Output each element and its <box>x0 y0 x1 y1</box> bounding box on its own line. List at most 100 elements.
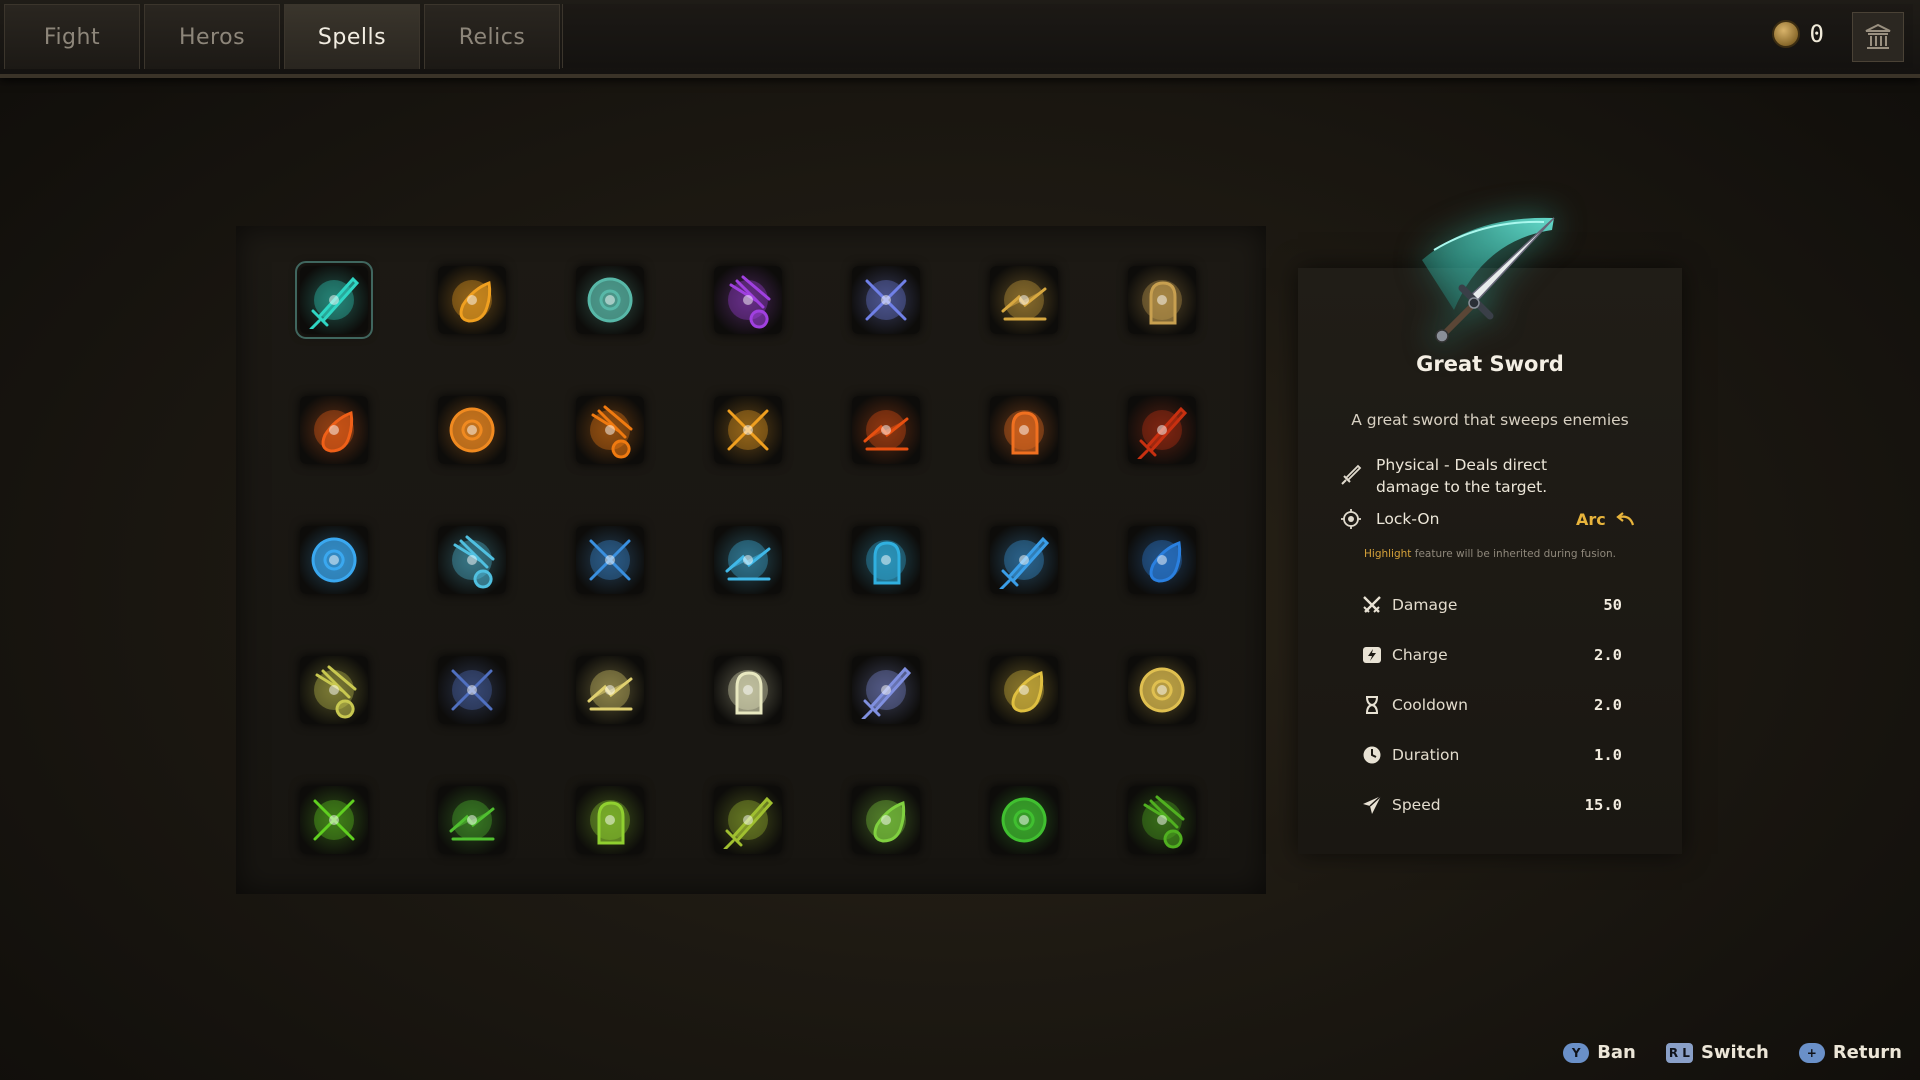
flames-spell-slot[interactable] <box>576 396 644 464</box>
targeting-row: Lock-On <box>1340 508 1439 530</box>
fire-bolt-spell-slot[interactable] <box>300 396 368 464</box>
lightning-field-icon <box>1139 667 1185 713</box>
leaf-blade-spell-slot[interactable] <box>576 786 644 854</box>
fire-wave-spell-slot[interactable] <box>438 396 506 464</box>
ice-comet-icon <box>311 537 357 583</box>
flames-icon <box>590 405 633 459</box>
purple-meteors-icon <box>728 275 771 329</box>
stat-cooldown: Cooldown 2.0 <box>1362 692 1622 718</box>
cobra-icon <box>1001 797 1047 843</box>
lightning-crystal-icon <box>861 666 912 719</box>
collection-button[interactable] <box>1852 12 1904 62</box>
ice-burst-icon <box>999 536 1050 589</box>
tab-fight[interactable]: Fight <box>4 4 140 69</box>
museum-icon <box>1865 23 1891 49</box>
great-sword-large-icon <box>1412 208 1566 352</box>
stat-label: Cooldown <box>1392 696 1468 714</box>
lightning-arc-spell-slot[interactable] <box>576 656 644 724</box>
great-sword-icon <box>309 276 360 329</box>
switch-label: Switch <box>1700 1042 1769 1063</box>
great-sword-spell-slot[interactable] <box>295 261 373 339</box>
lightning-field-spell-slot[interactable] <box>1128 656 1196 724</box>
spell-name: Great Sword <box>1416 352 1564 376</box>
stone-fist-spell-slot[interactable] <box>1128 266 1196 334</box>
ice-comet-spell-slot[interactable] <box>300 526 368 594</box>
forest-spirit-icon <box>1142 795 1185 849</box>
tab-heros[interactable]: Heros <box>144 4 280 69</box>
volcano-spell-slot[interactable] <box>1128 396 1196 464</box>
ice-shards-icon <box>589 539 631 581</box>
hint-highlight: Highlight <box>1364 548 1412 560</box>
fire-slash-spell-slot[interactable] <box>990 396 1058 464</box>
tornado-spell-slot[interactable] <box>852 526 920 594</box>
coin-count: 0 <box>1809 20 1824 48</box>
ice-burst-spell-slot[interactable] <box>990 526 1058 594</box>
cross-slash-spell-slot[interactable] <box>852 266 920 334</box>
spiked-shield-spell-slot[interactable] <box>576 266 644 334</box>
frost-axe-spell-slot[interactable] <box>438 526 506 594</box>
tab-spells[interactable]: Spells <box>284 4 420 69</box>
stat-label: Damage <box>1392 596 1458 614</box>
leaf-spell-slot[interactable] <box>852 786 920 854</box>
sword-type-icon <box>1341 464 1362 485</box>
arc-icon <box>1616 511 1634 525</box>
vine-icon <box>723 796 774 849</box>
lightning-strike-spell-slot[interactable] <box>990 656 1058 724</box>
stat-value: 15.0 <box>1584 796 1622 814</box>
return-prompt[interactable]: + Return <box>1798 1042 1902 1063</box>
lightning-web-icon <box>314 665 357 719</box>
fire-slash-icon <box>1004 410 1044 455</box>
target-icon <box>1341 509 1361 529</box>
paper-plane-icon <box>1362 795 1382 815</box>
tab-relics[interactable]: Relics <box>424 4 560 69</box>
fire-wave-icon <box>449 407 495 453</box>
fireball-spell-slot[interactable] <box>438 266 506 334</box>
green-vortex-spell-slot[interactable] <box>300 786 368 854</box>
ice-lance-spell-slot[interactable] <box>714 526 782 594</box>
shape-tag: Arc <box>1576 510 1636 529</box>
coin-icon <box>1771 20 1800 48</box>
lightning-web-spell-slot[interactable] <box>300 656 368 724</box>
earth-crack-spell-slot[interactable] <box>990 266 1058 334</box>
thunder-hammer-spell-slot[interactable] <box>438 656 506 724</box>
water-vortex-spell-slot[interactable] <box>1128 526 1196 594</box>
poison-orb-spell-slot[interactable] <box>438 786 506 854</box>
spiked-shield-icon <box>587 277 633 323</box>
hint-text: feature will be inherited during fusion. <box>1411 548 1616 560</box>
stat-value: 2.0 <box>1594 696 1622 714</box>
leaf-icon <box>866 800 906 843</box>
lightning-orb-icon <box>728 670 768 715</box>
earth-crack-icon <box>1001 280 1047 321</box>
ban-prompt[interactable]: Y Ban <box>1563 1042 1636 1063</box>
stat-speed: Speed 15.0 <box>1362 792 1622 818</box>
forest-spirit-spell-slot[interactable] <box>1128 786 1196 854</box>
lightning-orb-spell-slot[interactable] <box>714 656 782 724</box>
vine-spell-slot[interactable] <box>714 786 782 854</box>
stat-value: 50 <box>1603 596 1622 614</box>
damage-type-line-2: damage to the target. <box>1376 478 1548 496</box>
clock-icon <box>1362 745 1382 765</box>
cobra-spell-slot[interactable] <box>990 786 1058 854</box>
currency-display: 0 <box>1771 20 1824 48</box>
button-prompts: Y Ban R L Switch + Return <box>1563 1042 1902 1063</box>
crossed-swords-icon <box>1362 595 1382 615</box>
fire-orb-spell-slot[interactable] <box>852 396 920 464</box>
cross-slash-icon <box>865 279 907 321</box>
spell-description: A great sword that sweeps enemies <box>1351 411 1629 429</box>
y-button-icon: Y <box>1563 1042 1590 1063</box>
stat-label: Duration <box>1392 746 1460 764</box>
hourglass-icon <box>1362 695 1382 715</box>
switch-prompt[interactable]: R L Switch <box>1665 1042 1769 1063</box>
fire-bolt-icon <box>314 410 354 453</box>
lightning-crystal-spell-slot[interactable] <box>852 656 920 724</box>
fire-dragon-spell-slot[interactable] <box>714 396 782 464</box>
stat-charge: Charge 2.0 <box>1362 642 1622 668</box>
stat-damage: Damage 50 <box>1362 592 1622 618</box>
spell-grid-panel <box>236 226 1266 894</box>
top-bar: Fight Heros Spells Relics 0 <box>0 0 1920 78</box>
leaf-blade-icon <box>590 800 630 845</box>
green-vortex-icon <box>313 799 355 841</box>
frost-axe-icon <box>452 535 495 589</box>
ice-shards-spell-slot[interactable] <box>576 526 644 594</box>
purple-meteors-spell-slot[interactable] <box>714 266 782 334</box>
